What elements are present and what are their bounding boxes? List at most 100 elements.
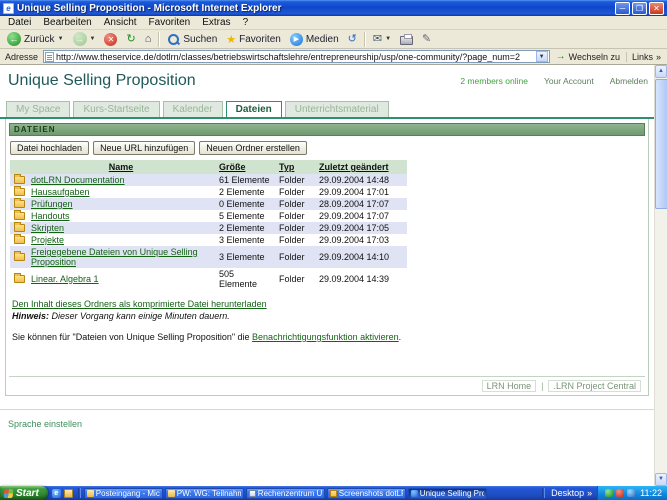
favorites-button[interactable]: ★ Favoriten [222,31,285,48]
toolbar-separator [158,31,161,47]
menu-datei[interactable]: Datei [2,17,37,28]
start-button[interactable]: Start [0,486,48,500]
type-cell: Folder [279,235,305,245]
print-button[interactable] [396,31,417,48]
refresh-button[interactable]: ↻ [122,31,139,48]
media-button[interactable]: ▶ Medien [286,31,343,48]
minimize-button[interactable]: ─ [615,1,630,15]
tab-kurs-startseite[interactable]: Kurs-Startseite [73,101,160,117]
scroll-up-icon[interactable]: ▲ [655,65,667,78]
search-button[interactable]: Suchen [163,31,221,48]
download-zip-link[interactable]: Den Inhalt dieses Ordners als komprimier… [12,299,267,309]
members-online: 2 members online [460,76,528,86]
back-button[interactable]: ← Zurück ▼ [3,31,68,48]
hint-text: Dieser Vorgang kann einige Minuten dauer… [49,311,230,321]
header-size[interactable]: Größe [215,160,275,174]
stop-button[interactable]: ✕ [100,31,121,48]
address-bar: Adresse http://www.theservice.de/dotlrn/… [0,49,667,65]
history-icon: ↺ [347,32,357,45]
links-label: Links [631,51,653,62]
folder-link[interactable]: Projekte [31,235,64,245]
tray-alert-icon[interactable] [616,489,625,497]
files-table: Name Größe Typ Zuletzt geändert dotLRN D… [10,160,407,290]
quicklaunch-ie-icon[interactable]: e [51,488,61,498]
back-dropdown-icon[interactable]: ▼ [58,36,64,42]
scroll-down-icon[interactable]: ▼ [655,473,667,486]
menu-bearbeiten[interactable]: Bearbeiten [37,17,97,28]
tray-status-icon[interactable] [605,489,614,497]
folder-link[interactable]: Linear. Algebra 1 [31,274,99,284]
mail-button[interactable]: ✉ ▼ [369,31,395,48]
tab-dateien[interactable]: Dateien [225,101,282,117]
scrollbar-thumb[interactable] [655,79,667,209]
header-name[interactable]: Name [27,160,215,174]
notification-link[interactable]: Benachrichtigungsfunktion aktivieren [252,332,399,342]
forward-icon: → [72,32,87,46]
your-account-link[interactable]: Your Account [544,76,594,86]
go-button[interactable]: → Wechseln zu [553,51,623,62]
browser-viewport: Unique Selling Proposition 2 members onl… [0,65,667,486]
table-row: Handouts 5 Elemente Folder 29.09.2004 17… [10,209,407,222]
taskbar-item-pw-wg-teilnahme[interactable]: PW: WG: Teilnahme v... [164,487,244,499]
maximize-button[interactable]: ❐ [632,1,647,15]
address-input[interactable]: http://www.theservice.de/dotlrn/classes/… [43,50,550,63]
address-dropdown-icon[interactable]: ▼ [535,51,548,62]
taskbar-item-unique-selling[interactable]: Unique Selling Proposi... [407,487,487,499]
menu-favoriten[interactable]: Favoriten [143,17,197,28]
folder-link[interactable]: dotLRN Documentation [31,175,125,185]
links-toolbar[interactable]: Links » [625,51,664,62]
menu-ansicht[interactable]: Ansicht [98,17,143,28]
clock[interactable]: 11:22 [638,488,662,498]
taskbar-item-rechenzentrum[interactable]: Rechenzentrum Uni K... [245,487,325,499]
taskbar-item-posteingang[interactable]: Posteingang - Micros... [83,487,163,499]
folder-link[interactable]: Freigegebene Dateien von Unique Selling … [31,247,198,267]
close-button[interactable]: ✕ [649,1,664,15]
print-icon [400,33,414,45]
folder-link[interactable]: Prüfungen [31,199,73,209]
mail-window-icon [86,489,94,497]
favorites-star-icon: ★ [226,33,237,46]
lrn-project-central-link[interactable]: .LRN Project Central [548,380,641,392]
vertical-scrollbar[interactable]: ▲ ▼ [654,65,667,486]
go-arrow-icon: → [555,51,566,62]
links-chevron-icon[interactable]: » [656,52,661,62]
forward-dropdown-icon[interactable]: ▼ [90,36,96,42]
folder-window-icon [329,489,337,497]
folder-icon [14,233,25,244]
set-language-link[interactable]: Sprache einstellen [8,419,82,429]
header-type[interactable]: Typ [275,160,315,174]
lrn-home-link[interactable]: LRN Home [481,380,537,392]
create-folder-button[interactable]: Neuen Ordner erstellen [199,141,307,155]
tab-kalender[interactable]: Kalender [162,101,223,117]
header-modified[interactable]: Zuletzt geändert [315,160,407,174]
tab-my-space[interactable]: My Space [6,101,71,117]
edit-button[interactable]: ✎ [418,31,435,48]
desktop-chevron-icon[interactable]: » [587,488,592,498]
mail-dropdown-icon[interactable]: ▼ [385,36,391,42]
desktop-toolbar[interactable]: Desktop » [546,486,597,500]
history-button[interactable]: ↺ [344,31,361,48]
taskbar-divider-2 [542,488,546,498]
home-button[interactable]: ⌂ [141,31,156,48]
add-url-button[interactable]: Neue URL hinzufügen [93,141,196,155]
menu-hilfe[interactable]: ? [237,17,255,28]
folder-link[interactable]: Handouts [31,211,70,221]
forward-button[interactable]: → ▼ [69,31,100,48]
desktop-screen: e Unique Selling Proposition - Microsoft… [0,0,667,500]
taskbar-item-screenshots[interactable]: Screenshots dotLRN... [326,487,406,499]
table-row: Prüfungen 0 Elemente Folder 28.09.2004 1… [10,197,407,210]
menu-extras[interactable]: Extras [196,17,236,28]
logout-link[interactable]: Abmelden [610,76,648,86]
document-window-icon [248,489,256,497]
table-row: Skripten 2 Elemente Folder 29.09.2004 17… [10,221,407,234]
folder-icon [14,173,25,184]
window-controls: ─ ❐ ✕ [615,1,664,15]
tab-unterrichtsmaterial[interactable]: Unterrichtsmaterial [284,101,389,117]
tray-volume-icon[interactable] [627,489,636,497]
page-icon [45,51,55,62]
folder-link[interactable]: Skripten [31,223,64,233]
table-row: Freigegebene Dateien von Unique Selling … [10,246,407,268]
upload-file-button[interactable]: Datei hochladen [10,141,90,155]
quicklaunch-mail-icon[interactable] [63,488,73,498]
folder-link[interactable]: Hausaufgaben [31,187,90,197]
